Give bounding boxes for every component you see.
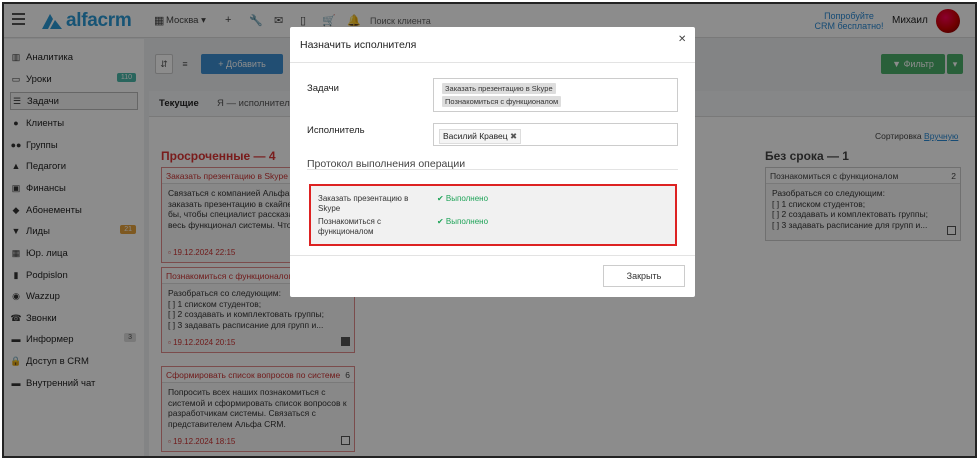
log-task: Познакомиться с функционалом [318,217,382,236]
executor-field[interactable]: Василий Кравец ✖ [433,123,678,146]
app-window: alfacrm ▦ Москва ▾ + 🔧 ✉ ▯ 🛒 🔔 Поиск кли… [2,2,977,458]
assign-executor-modal: Назначить исполнителя ✕ Задачи Заказать … [290,27,695,297]
log-task: Заказать презентацию в Skype [318,194,409,213]
divider [290,255,695,256]
task-tag: Познакомиться с функционалом [442,96,562,107]
executor-tag: Василий Кравец ✖ [439,129,522,144]
executor-label: Исполнитель [307,125,365,136]
task-tag: Заказать презентацию в Skype [442,83,556,94]
log-status: ✔ Выполнено [437,194,489,203]
modal-title: Назначить исполнителя [300,39,417,51]
operation-log: Заказать презентацию в Skype ✔ Выполнено… [309,184,677,246]
remove-icon[interactable]: ✖ [510,131,517,141]
log-status: ✔ Выполнено [437,217,489,226]
divider [290,62,695,63]
tasks-field[interactable]: Заказать презентацию в Skype Познакомить… [433,78,678,112]
close-button[interactable]: Закрыть [603,265,685,287]
tasks-label: Задачи [307,83,339,94]
divider [307,169,678,170]
close-icon[interactable]: ✕ [678,34,686,45]
